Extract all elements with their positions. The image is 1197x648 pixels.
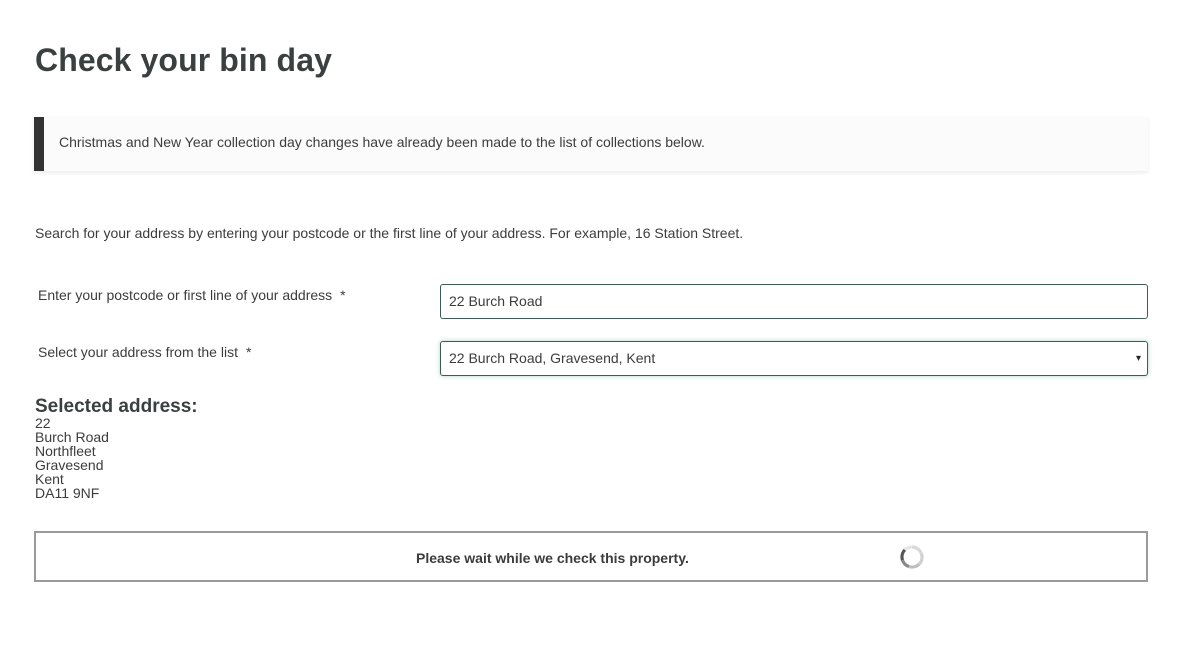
loading-spinner-icon [900, 545, 924, 569]
address-line-postcode: DA11 9NF [35, 485, 100, 501]
address-line-locality: Northfleet [35, 443, 96, 459]
address-line-county: Kent [35, 471, 64, 487]
selected-address-lines: 22 Burch Road Northfleet Gravesend Kent … [35, 416, 109, 500]
address-select-label-text: Select your address from the list [38, 344, 238, 360]
address-select[interactable]: 22 Burch Road, Gravesend, Kent ▾ [440, 341, 1148, 376]
postcode-label: Enter your postcode or first line of you… [38, 287, 346, 303]
page: Check your bin day Christmas and New Yea… [0, 0, 1197, 648]
required-marker: * [245, 344, 252, 360]
address-select-value: 22 Burch Road, Gravesend, Kent [449, 350, 656, 366]
page-title: Check your bin day [35, 42, 332, 78]
selected-address-heading: Selected address: [35, 396, 198, 417]
notice-banner: Christmas and New Year collection day ch… [34, 117, 1148, 171]
intro-text: Search for your address by entering your… [35, 225, 744, 241]
address-line-town: Gravesend [35, 457, 104, 473]
status-box: Please wait while we check this property… [34, 531, 1148, 582]
postcode-input-value: 22 Burch Road [449, 293, 543, 309]
chevron-down-icon[interactable]: ▾ [1136, 342, 1141, 375]
address-line-street: Burch Road [35, 429, 109, 445]
postcode-input[interactable]: 22 Burch Road [440, 284, 1148, 319]
status-text: Please wait while we check this property… [416, 550, 689, 566]
notice-text: Christmas and New Year collection day ch… [59, 134, 705, 150]
postcode-label-text: Enter your postcode or first line of you… [38, 287, 333, 303]
address-line-number: 22 [35, 415, 51, 431]
address-select-label: Select your address from the list * [38, 344, 251, 360]
required-marker: * [340, 287, 346, 303]
